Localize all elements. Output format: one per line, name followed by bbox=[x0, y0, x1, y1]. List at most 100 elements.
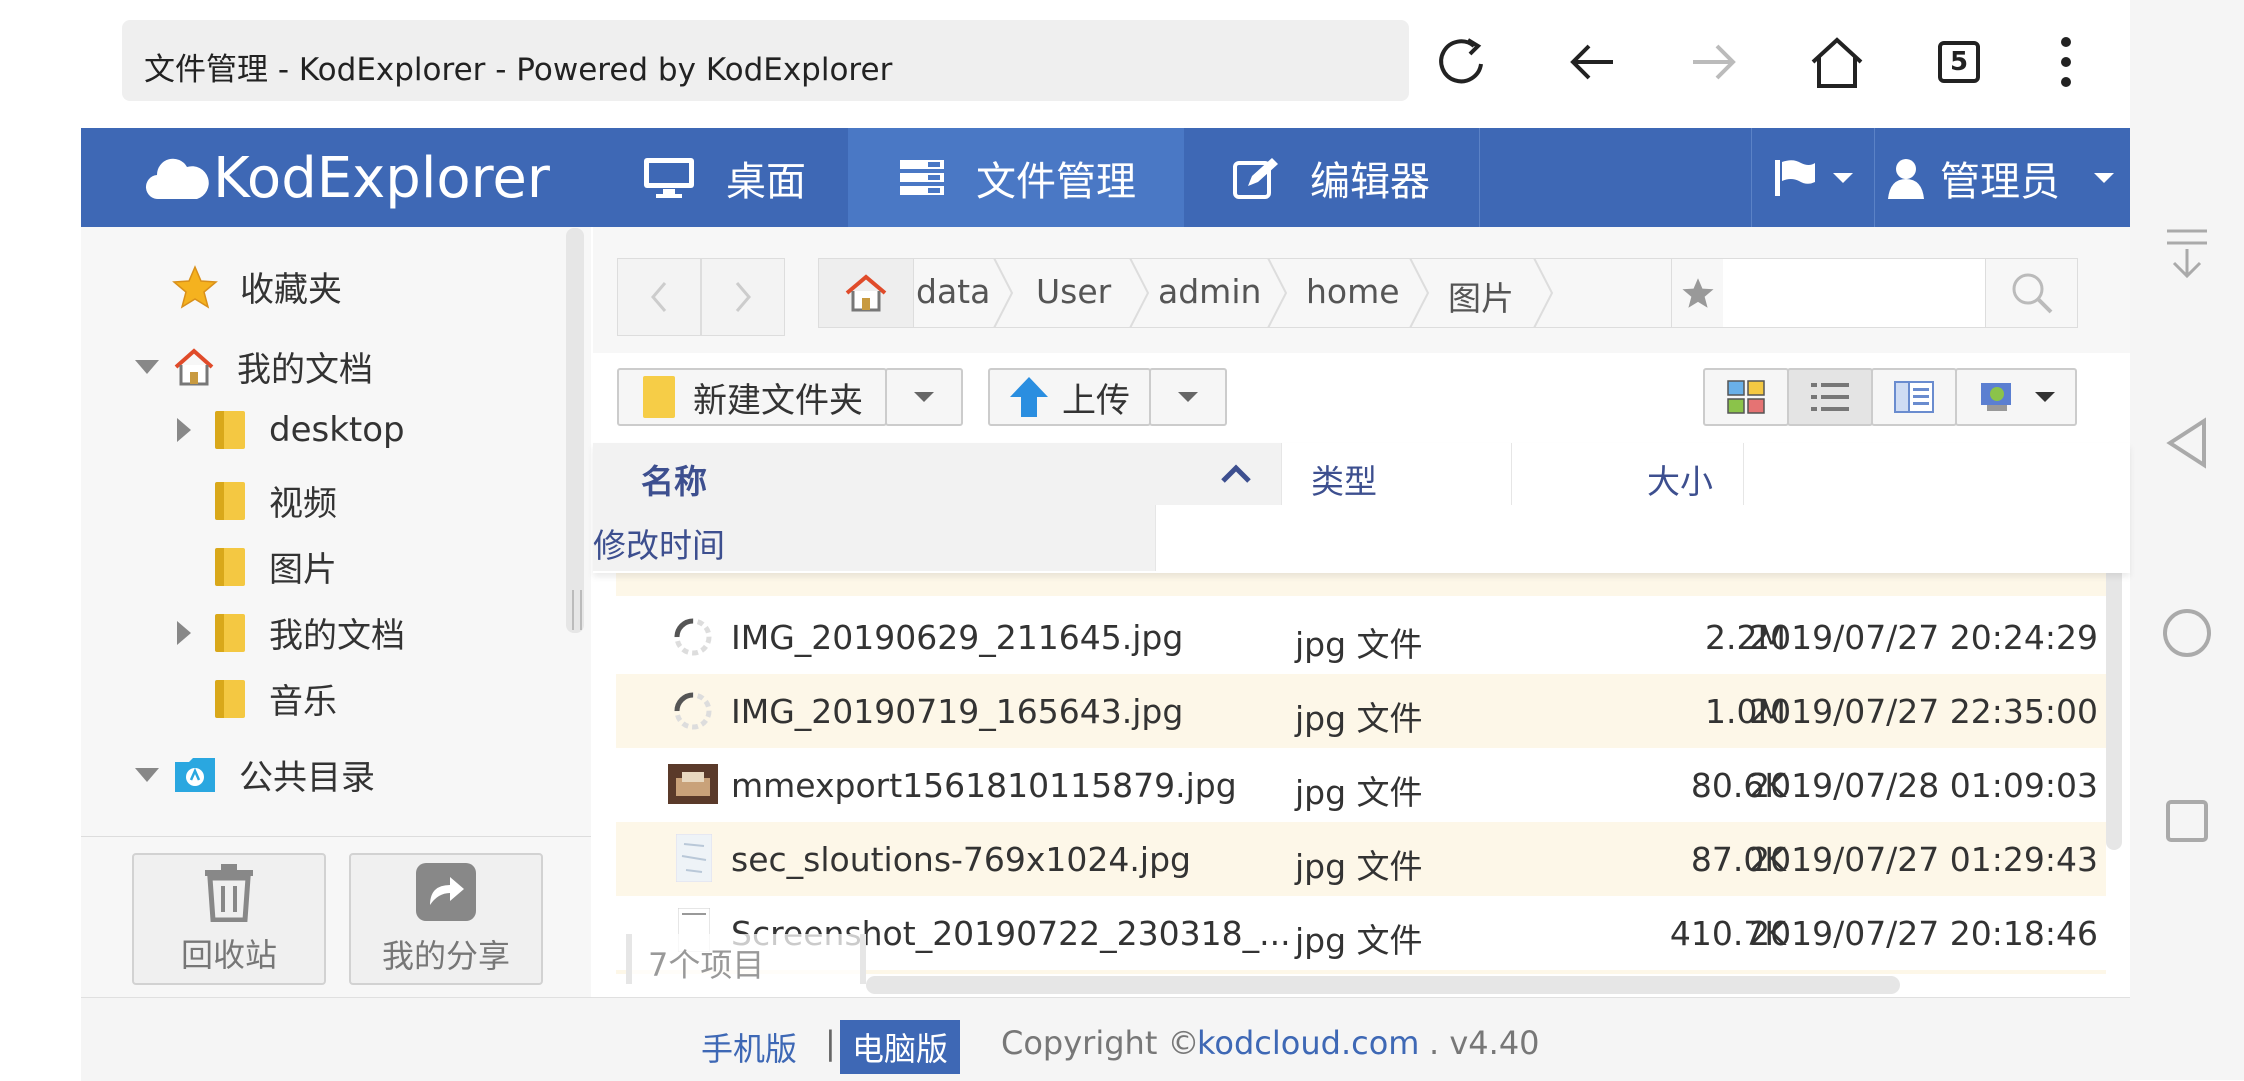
breadcrumb-home[interactable] bbox=[819, 259, 914, 327]
column-type-label: 类型 bbox=[1311, 462, 1377, 501]
chevron-down-icon[interactable] bbox=[135, 359, 159, 374]
system-nav-bar bbox=[2130, 0, 2244, 1080]
star-icon bbox=[172, 264, 218, 309]
column-modified[interactable]: 修改时间 bbox=[593, 505, 1155, 571]
search-button[interactable] bbox=[1985, 259, 2078, 327]
list-view-icon bbox=[1811, 383, 1849, 411]
file-type: jpg 文件 bbox=[1295, 773, 1423, 812]
file-name: IMG_20190719_165643.jpg bbox=[731, 692, 1184, 731]
user-menu[interactable]: 管理员 bbox=[1886, 128, 2116, 227]
folder-icon bbox=[215, 411, 245, 449]
tree-item-public[interactable]: 公共目录 bbox=[135, 750, 375, 799]
file-type: jpg 文件 bbox=[1295, 699, 1423, 738]
item-count: 7个项目 bbox=[648, 946, 765, 984]
tab-editor[interactable]: 编辑器 bbox=[1184, 128, 1480, 227]
resize-handle[interactable] bbox=[572, 590, 582, 630]
column-size[interactable]: 大小 bbox=[1511, 443, 1743, 505]
upload-button[interactable]: 上传 bbox=[988, 368, 1151, 426]
recents-square-icon[interactable] bbox=[2164, 798, 2210, 844]
tree-item-my-docs-sub[interactable]: 我的文档 bbox=[177, 608, 405, 657]
breadcrumb-item[interactable]: User bbox=[1036, 272, 1111, 311]
tree-item-music[interactable]: 音乐 bbox=[215, 674, 337, 723]
logo-text: KodExplorer bbox=[213, 146, 550, 211]
tree-label: 公共目录 bbox=[239, 758, 375, 798]
theme-icon bbox=[1981, 383, 2011, 411]
share-icon bbox=[416, 863, 476, 921]
home-button[interactable] bbox=[1797, 22, 1877, 102]
chevron-down-icon bbox=[2035, 392, 2055, 402]
breadcrumb-item[interactable]: 图片 bbox=[1448, 272, 1514, 320]
site-link[interactable]: kodcloud.com bbox=[1197, 1024, 1419, 1062]
loading-spinner-icon bbox=[674, 618, 712, 656]
folder-icon bbox=[215, 481, 245, 520]
arrow-left-icon bbox=[1570, 44, 1613, 80]
recycle-bin-button[interactable]: 回收站 bbox=[132, 853, 326, 985]
column-type[interactable]: 类型 bbox=[1281, 443, 1505, 505]
tree-item-my-docs[interactable]: 我的文档 bbox=[135, 342, 373, 391]
breadcrumb-item[interactable]: home bbox=[1306, 272, 1400, 311]
horizontal-scrollbar[interactable] bbox=[866, 976, 1900, 994]
tree-item-favorites[interactable]: 收藏夹 bbox=[172, 262, 342, 311]
divider bbox=[1743, 443, 1744, 505]
file-date: 2019/07/27 20:24:29 bbox=[1749, 618, 2098, 657]
address-bar[interactable]: 文件管理 - KodExplorer - Powered by KodExplo… bbox=[122, 20, 1409, 101]
desktop-version-link[interactable]: 电脑版 bbox=[840, 1020, 961, 1074]
split-view-icon bbox=[1894, 381, 1934, 413]
history-back-button[interactable] bbox=[617, 258, 701, 336]
logo[interactable]: KodExplorer bbox=[145, 146, 550, 211]
new-folder-label: 新建文件夹 bbox=[693, 380, 863, 421]
language-menu[interactable] bbox=[1752, 128, 1874, 227]
tab-desktop[interactable]: 桌面 bbox=[618, 128, 848, 227]
upload-menu-dropdown[interactable] bbox=[1149, 368, 1227, 426]
star-icon bbox=[1682, 278, 1714, 308]
history-forward-button[interactable] bbox=[701, 258, 785, 336]
tree-item-pictures[interactable]: 图片 bbox=[215, 542, 337, 591]
tree-item-videos[interactable]: 视频 bbox=[215, 476, 337, 525]
tree-label: 图片 bbox=[269, 550, 337, 590]
grid-view-icon bbox=[1727, 380, 1765, 414]
theme-menu-button[interactable] bbox=[1955, 368, 2077, 426]
tabs-button[interactable]: 5 bbox=[1919, 22, 1999, 102]
table-row[interactable]: IMG_20190629_211645.jpg jpg 文件 2.2M 2019… bbox=[616, 600, 2106, 674]
breadcrumb-item[interactable]: data bbox=[916, 272, 990, 311]
sidebar-scrollbar[interactable] bbox=[566, 228, 584, 633]
split-view-button[interactable] bbox=[1871, 368, 1957, 426]
page-title: 文件管理 - KodExplorer - Powered by KodExplo… bbox=[144, 52, 893, 88]
icon-view-button[interactable] bbox=[1703, 368, 1789, 426]
image-thumbnail-icon bbox=[676, 834, 712, 882]
chevron-down-icon bbox=[2094, 172, 2114, 183]
back-triangle-icon[interactable] bbox=[2164, 415, 2210, 471]
chevron-right-icon[interactable] bbox=[177, 418, 191, 442]
footer: 手机版 | 电脑版 Copyright © kodcloud.com . v4.… bbox=[81, 997, 2130, 1081]
forward-button[interactable] bbox=[1673, 22, 1753, 102]
column-header: 名称 类型 大小 修改时间 bbox=[593, 443, 2130, 573]
new-menu-dropdown[interactable] bbox=[885, 368, 963, 426]
mobile-version-link[interactable]: 手机版 bbox=[701, 1024, 797, 1070]
breadcrumb-item[interactable]: admin bbox=[1158, 272, 1261, 311]
home-circle-icon[interactable] bbox=[2160, 606, 2214, 660]
loading-spinner-icon bbox=[674, 692, 712, 730]
menu-button[interactable] bbox=[2026, 22, 2106, 102]
my-share-button[interactable]: 我的分享 bbox=[349, 853, 543, 985]
table-row[interactable]: sec_sloutions-769x1024.jpg jpg 文件 87.0K … bbox=[616, 822, 2106, 896]
chevron-down-icon[interactable] bbox=[135, 767, 159, 782]
search-icon bbox=[2012, 273, 2053, 314]
chevron-right-icon[interactable] bbox=[177, 620, 191, 645]
sort-asc-icon[interactable] bbox=[1219, 463, 1253, 485]
table-row[interactable]: mmexport1561810115879.jpg jpg 文件 80.6K 2… bbox=[616, 748, 2106, 822]
vertical-scrollbar[interactable] bbox=[2106, 560, 2122, 850]
column-name[interactable]: 名称 bbox=[593, 443, 1281, 505]
list-view-button[interactable] bbox=[1787, 368, 1873, 426]
back-button[interactable] bbox=[1553, 22, 1633, 102]
tab-file-manager-label: 文件管理 bbox=[976, 158, 1136, 205]
favorite-button[interactable] bbox=[1671, 259, 1724, 327]
new-folder-button[interactable]: 新建文件夹 bbox=[617, 368, 887, 426]
flag-icon bbox=[1775, 159, 1815, 196]
collapse-down-icon[interactable] bbox=[2162, 225, 2212, 281]
reload-button[interactable] bbox=[1422, 22, 1502, 102]
tree-label: 音乐 bbox=[269, 682, 337, 722]
table-row[interactable]: IMG_20190719_165643.jpg jpg 文件 1.0M 2019… bbox=[616, 674, 2106, 748]
tab-file-manager[interactable]: 文件管理 bbox=[848, 128, 1184, 227]
tree-item-desktop[interactable]: desktop bbox=[177, 410, 405, 450]
search-input[interactable] bbox=[1723, 259, 1985, 327]
